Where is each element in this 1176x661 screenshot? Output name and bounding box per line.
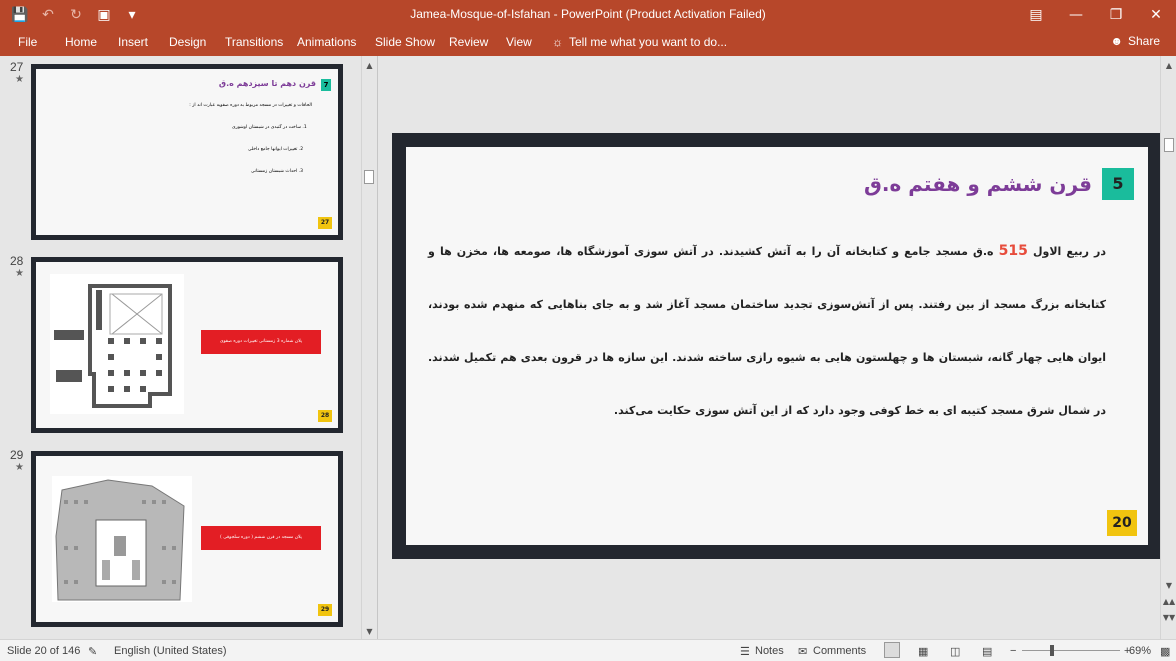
notes-button[interactable]: Notes bbox=[755, 645, 784, 657]
thumb-list-item: 2. تغییرات ایوانها جامع داخلی bbox=[248, 147, 304, 152]
tab-insert[interactable]: Insert bbox=[118, 35, 148, 49]
floor-plan-image bbox=[50, 274, 184, 414]
slide-counter: Slide 20 of 146 bbox=[7, 645, 81, 657]
tab-design[interactable]: Design bbox=[169, 35, 206, 49]
window-controls: ▤ — ❐ ✕ bbox=[1016, 0, 1176, 30]
status-bar: Slide 20 of 146 ✎ English (United States… bbox=[0, 639, 1176, 661]
next-slide-icon[interactable]: ▼▼ bbox=[1161, 610, 1176, 625]
ribbon-tabs: File Home Insert Design Transitions Anim… bbox=[0, 30, 1176, 56]
thumbnail-scrollbar[interactable]: ▲ ▼ bbox=[361, 56, 376, 639]
thumb-page-badge: 28 bbox=[318, 410, 332, 422]
thumb-list-item: 3. احداث شبستان زمستانی bbox=[251, 169, 303, 174]
thumbnail-number: 29 bbox=[10, 448, 24, 462]
zoom-level[interactable]: 69% bbox=[1129, 645, 1151, 657]
thumbnail-number: 27 bbox=[10, 60, 24, 74]
current-slide-frame: 5 قرن ششم و هفتم ه.ق در ربیع الاول 515 ه… bbox=[392, 133, 1162, 559]
slideshow-view-icon[interactable]: ▤ bbox=[982, 645, 992, 658]
body-text-start: در ربیع الاول bbox=[1027, 245, 1106, 258]
zoom-slider-track[interactable] bbox=[1022, 650, 1120, 651]
notes-icon: ☰ bbox=[740, 646, 750, 658]
language-indicator[interactable]: English (United States) bbox=[114, 645, 227, 657]
tell-me-label: Tell me what you want to do... bbox=[569, 35, 728, 49]
tab-review[interactable]: Review bbox=[449, 35, 488, 49]
zoom-out-icon[interactable]: − bbox=[1010, 645, 1016, 657]
thumbnail-slide-28[interactable]: پلان شماره 3 زمستانی تغییرات دوره صفوی 2… bbox=[31, 257, 343, 433]
thumb-subtitle: الحاقات و تغییرات در مسجد مربوط به دوره … bbox=[189, 103, 312, 108]
close-icon[interactable]: ✕ bbox=[1136, 0, 1176, 30]
thumb-title: قرن دهم تا سیزدهم ه.ق bbox=[218, 79, 316, 88]
tab-home[interactable]: Home bbox=[65, 35, 97, 49]
animation-star-icon: ★ bbox=[15, 462, 24, 473]
scroll-thumb[interactable] bbox=[364, 170, 374, 184]
minimize-icon[interactable]: — bbox=[1056, 0, 1096, 30]
body-text-rest: ه.ق مسجد جامع و کتابخانه آن را به آتش کش… bbox=[428, 245, 1106, 417]
thumb-page-badge: 27 bbox=[318, 217, 332, 229]
scroll-down-icon[interactable]: ▼ bbox=[1161, 578, 1176, 593]
slide-thumbnail-pane: 27 ★ 7 قرن دهم تا سیزدهم ه.ق الحاقات و ت… bbox=[0, 56, 378, 639]
comments-icon: ✉ bbox=[798, 646, 808, 658]
slide-sorter-icon[interactable]: ▦ bbox=[918, 645, 928, 658]
slide-page-badge: 20 bbox=[1107, 510, 1137, 536]
lightbulb-icon: ☼ bbox=[552, 35, 563, 49]
mosque-plan-image bbox=[52, 476, 192, 602]
tell-me-search[interactable]: ☼ Tell me what you want to do... bbox=[552, 35, 727, 49]
scroll-thumb[interactable] bbox=[1164, 138, 1174, 152]
scroll-up-icon[interactable]: ▲ bbox=[362, 58, 377, 73]
comments-button[interactable]: Comments bbox=[813, 645, 866, 657]
tab-view[interactable]: View bbox=[506, 35, 532, 49]
tab-animations[interactable]: Animations bbox=[297, 35, 356, 49]
person-icon: ☻ bbox=[1110, 34, 1123, 48]
thumb-page-badge: 29 bbox=[318, 604, 332, 616]
animation-star-icon: ★ bbox=[15, 268, 24, 279]
tab-file[interactable]: File bbox=[18, 35, 37, 49]
thumbnail-number: 28 bbox=[10, 254, 24, 268]
tab-transitions[interactable]: Transitions bbox=[225, 35, 283, 49]
share-button[interactable]: ☻ Share bbox=[1110, 34, 1160, 48]
zoom-slider-thumb[interactable] bbox=[1050, 645, 1054, 656]
editor-scrollbar[interactable]: ▲ ▼ ▲▲ ▼▼ bbox=[1160, 56, 1176, 639]
thumb-number-box: 7 bbox=[321, 79, 331, 91]
ribbon-display-icon[interactable]: ▤ bbox=[1016, 0, 1056, 30]
normal-view-icon[interactable] bbox=[884, 642, 900, 658]
spell-check-icon[interactable]: ✎ bbox=[88, 645, 97, 658]
window-title: Jamea-Mosque-of-Isfahan - PowerPoint (Pr… bbox=[410, 7, 766, 21]
title-bar: 💾 ↶ ↻ ▣ ▾ Jamea-Mosque-of-Isfahan - Powe… bbox=[0, 0, 1176, 30]
highlight-year: 515 bbox=[998, 243, 1028, 259]
tab-slide-show[interactable]: Slide Show bbox=[375, 35, 435, 49]
animation-star-icon: ★ bbox=[15, 74, 24, 85]
fit-slide-icon[interactable]: ▩ bbox=[1160, 645, 1170, 658]
thumbnail-slide-27[interactable]: 7 قرن دهم تا سیزدهم ه.ق الحاقات و تغییرا… bbox=[31, 64, 343, 240]
thumb-list-item: 1. ساخت در گنبدی در شبستان اوشوری bbox=[232, 125, 307, 130]
scroll-up-icon[interactable]: ▲ bbox=[1161, 58, 1176, 73]
maximize-icon[interactable]: ❐ bbox=[1096, 0, 1136, 30]
slide-editor: 5 قرن ششم و هفتم ه.ق در ربیع الاول 515 ه… bbox=[379, 56, 1162, 639]
thumb-caption: پلان مسجد در قرن ششم ( دوره سلجوقی ) bbox=[201, 526, 321, 550]
thumbnail-slide-29[interactable]: پلان مسجد در قرن ششم ( دوره سلجوقی ) 29 bbox=[31, 451, 343, 627]
share-label: Share bbox=[1127, 34, 1160, 48]
slide-number-box: 5 bbox=[1102, 168, 1134, 200]
previous-slide-icon[interactable]: ▲▲ bbox=[1161, 594, 1176, 609]
slide-body-text[interactable]: در ربیع الاول 515 ه.ق مسجد جامع و کتابخا… bbox=[428, 225, 1106, 437]
slide-title[interactable]: قرن ششم و هفتم ه.ق bbox=[864, 172, 1092, 196]
reading-view-icon[interactable]: ◫ bbox=[950, 645, 960, 658]
thumb-caption: پلان شماره 3 زمستانی تغییرات دوره صفوی bbox=[201, 330, 321, 354]
scroll-down-icon[interactable]: ▼ bbox=[362, 624, 377, 639]
current-slide[interactable]: 5 قرن ششم و هفتم ه.ق در ربیع الاول 515 ه… bbox=[406, 147, 1148, 545]
